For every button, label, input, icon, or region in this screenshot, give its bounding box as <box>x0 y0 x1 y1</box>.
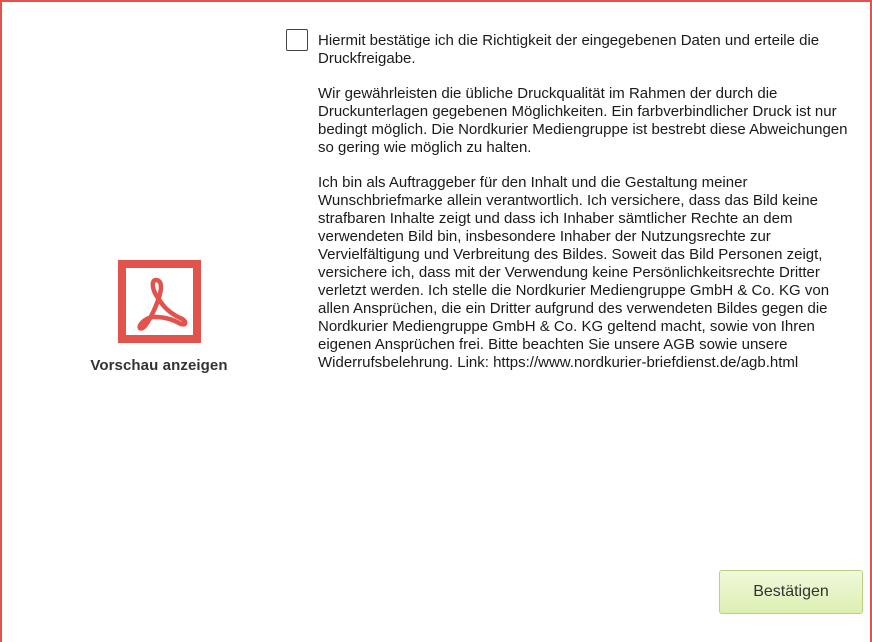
preview-link[interactable]: Vorschau anzeigen <box>64 260 254 374</box>
pdf-icon[interactable] <box>117 260 201 343</box>
confirm-button[interactable]: Bestätigen <box>719 570 863 614</box>
terms-text: Hiermit bestätige ich die Richtigkeit de… <box>318 32 863 389</box>
confirm-checkbox[interactable] <box>286 29 308 51</box>
checkbox-label[interactable]: Hiermit bestätige ich die Richtigkeit de… <box>318 32 863 68</box>
quality-paragraph: Wir gewährleisten die übliche Druckquali… <box>318 85 848 156</box>
confirmation-panel: Vorschau anzeigen Hiermit bestätige ich … <box>0 0 872 642</box>
liability-paragraph: Ich bin als Auftraggeber für den Inhalt … <box>318 174 830 371</box>
preview-label[interactable]: Vorschau anzeigen <box>64 357 254 374</box>
